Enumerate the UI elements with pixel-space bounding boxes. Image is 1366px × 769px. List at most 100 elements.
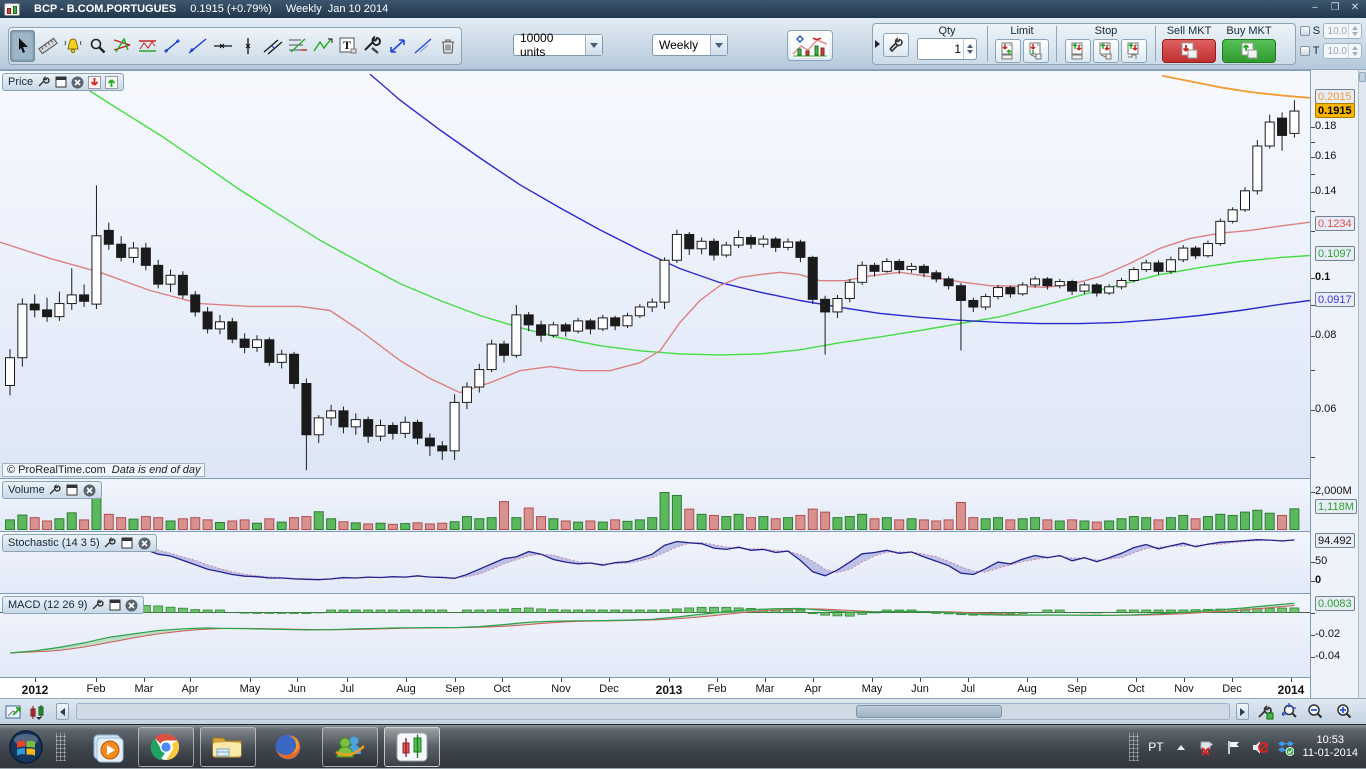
restore-button[interactable]: ❐ — [1328, 2, 1342, 13]
stochastic-panel-header[interactable]: Stochastic (14 3 5) — [2, 534, 157, 552]
action-center-flag-icon[interactable] — [1225, 739, 1242, 756]
zoom-in-button[interactable] — [1334, 702, 1354, 722]
trailing-value-input[interactable]: 10.0 — [1323, 43, 1362, 59]
zoom-fit-button[interactable] — [1280, 702, 1300, 722]
volume-bar — [364, 524, 373, 530]
scroll-left-button[interactable] — [56, 703, 69, 720]
sell-market-button[interactable] — [1162, 39, 1216, 63]
stop-order-button-3[interactable] — [1121, 39, 1147, 63]
horizontal-scrollbar-track[interactable] — [76, 703, 1230, 720]
clock[interactable]: 10:53 11-01-2014 — [1303, 734, 1364, 760]
segment-tool[interactable] — [160, 30, 185, 62]
stop-checkbox[interactable] — [1300, 26, 1310, 36]
chart-style-button[interactable] — [787, 30, 833, 61]
vertical-line-tool[interactable] — [235, 30, 260, 62]
taskbar-item-messenger[interactable] — [322, 727, 378, 767]
oblique-line-tool[interactable] — [410, 30, 435, 62]
wrench-icon[interactable] — [49, 484, 62, 497]
dropdown-arrow-icon[interactable] — [585, 35, 602, 55]
buy-limit-order-button[interactable] — [995, 39, 1021, 63]
candle — [1191, 248, 1200, 256]
window-icon[interactable] — [54, 76, 67, 89]
close-icon[interactable] — [138, 537, 151, 550]
taskbar-item-prorealtime[interactable] — [384, 727, 440, 767]
sell-limit-order-button[interactable] — [1023, 39, 1049, 63]
timeframe-dropdown-value: Weekly — [653, 38, 710, 52]
stop-value-input[interactable]: 10.0 — [1323, 23, 1362, 39]
wrench-icon[interactable] — [91, 599, 104, 612]
macd-histogram-bar — [660, 610, 669, 613]
candle — [944, 279, 953, 286]
window-icon[interactable] — [121, 537, 134, 550]
window-icon[interactable] — [66, 484, 79, 497]
minimize-button[interactable]: – — [1308, 2, 1322, 13]
close-icon[interactable] — [83, 484, 96, 497]
text-tool[interactable]: T — [335, 30, 360, 62]
taskbar-item-chrome[interactable] — [138, 727, 194, 767]
export-chart-icon[interactable] — [4, 702, 24, 722]
parallel-lines-tool[interactable] — [260, 30, 285, 62]
settings-tools-icon[interactable] — [360, 30, 385, 62]
qty-spinner[interactable] — [963, 39, 976, 59]
time-tick — [968, 678, 969, 682]
buy-arrow-icon[interactable] — [105, 76, 118, 89]
fibonacci-tool[interactable] — [285, 30, 310, 62]
stop-order-button-2[interactable] — [1093, 39, 1119, 63]
candle — [240, 339, 249, 347]
macd-histogram-bar — [1142, 610, 1151, 613]
sell-arrow-icon[interactable] — [88, 76, 101, 89]
volume-panel-header[interactable]: Volume — [2, 481, 102, 499]
price-axis-strip[interactable]: 0.20150.19150.180.160.140.12340.10970.10… — [1310, 70, 1358, 698]
window-titlebar[interactable]: BCP - B.COM.PORTUGUES 0.1915 (+0.79%) We… — [0, 0, 1366, 18]
horizontal-line-tool[interactable] — [210, 30, 235, 62]
zoom-tool[interactable] — [85, 30, 110, 62]
window-icon[interactable] — [108, 599, 121, 612]
zoom-out-button[interactable] — [1305, 702, 1325, 722]
qty-input[interactable]: 1 — [917, 38, 977, 60]
volume-muted-icon[interactable] — [1251, 739, 1268, 756]
start-button[interactable] — [4, 727, 48, 767]
taskbar-item-mediaplayer[interactable] — [80, 727, 136, 767]
show-hidden-icons-button[interactable] — [1173, 739, 1190, 756]
language-indicator[interactable]: PT — [1148, 740, 1163, 754]
candlestick-settings-icon[interactable] — [28, 702, 48, 722]
timeframe-dropdown[interactable]: Weekly — [652, 34, 728, 56]
stop-order-button-1[interactable] — [1065, 39, 1091, 63]
chart-options-wrench-icon[interactable] — [1256, 702, 1276, 722]
zigzag-fractal-tool[interactable] — [310, 30, 335, 62]
volume-bar — [1166, 518, 1175, 530]
alert-bell-tool[interactable] — [60, 30, 85, 62]
price-panel-header[interactable]: Price — [2, 73, 124, 91]
volume-bar — [290, 518, 299, 530]
wrench-icon[interactable] — [37, 76, 50, 89]
close-icon[interactable] — [71, 76, 84, 89]
price-chart-canvas[interactable] — [0, 70, 1310, 677]
scroll-up-icon[interactable] — [1359, 72, 1366, 82]
horizontal-scrollbar-thumb[interactable] — [856, 705, 1002, 718]
units-dropdown[interactable]: 10000 units — [513, 34, 603, 56]
trading-panel-expander[interactable] — [873, 24, 882, 64]
macd-panel-header[interactable]: MACD (12 26 9) — [2, 596, 144, 614]
close-button[interactable]: ✕ — [1348, 2, 1362, 13]
dropbox-icon[interactable] — [1277, 739, 1294, 756]
buy-market-button[interactable] — [1222, 39, 1276, 63]
channel-zigzag-tool[interactable] — [135, 30, 160, 62]
move-arrows-tool[interactable] — [385, 30, 410, 62]
vertical-scrollbar[interactable] — [1358, 70, 1366, 698]
candle — [253, 340, 262, 348]
scroll-right-button[interactable] — [1236, 703, 1249, 720]
delete-tool[interactable] — [435, 30, 460, 62]
taskbar-item-explorer[interactable] — [200, 727, 256, 767]
network-disconnected-icon[interactable] — [1199, 739, 1216, 756]
order-settings-wrench-button[interactable] — [883, 33, 909, 57]
taskbar-item-firefox[interactable] — [260, 727, 316, 767]
trendline-tool[interactable] — [185, 30, 210, 62]
pointer-tool[interactable] — [10, 30, 35, 62]
volume-bar — [1142, 518, 1151, 530]
pattern-detection-tool[interactable] — [110, 30, 135, 62]
wrench-icon[interactable] — [104, 537, 117, 550]
dropdown-arrow-icon[interactable] — [710, 35, 727, 55]
trailing-checkbox[interactable] — [1300, 46, 1310, 56]
ruler-tool[interactable] — [35, 30, 60, 62]
close-icon[interactable] — [125, 599, 138, 612]
